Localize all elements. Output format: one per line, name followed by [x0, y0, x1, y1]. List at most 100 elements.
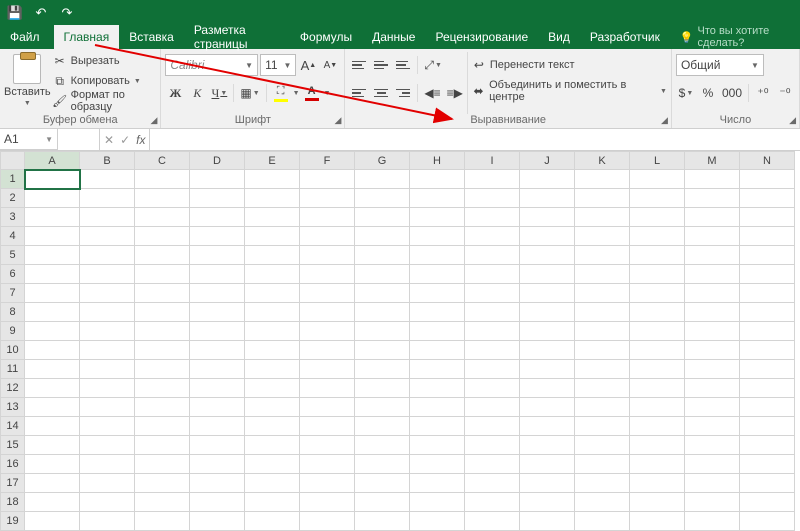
cell[interactable]: [740, 417, 795, 436]
fill-color-button[interactable]: ⛶: [271, 82, 291, 104]
row-header[interactable]: 2: [1, 189, 25, 208]
comma-format-button[interactable]: 000: [720, 82, 744, 104]
cell[interactable]: [245, 170, 300, 189]
cell[interactable]: [465, 227, 520, 246]
cell[interactable]: [575, 474, 630, 493]
cell[interactable]: [685, 360, 740, 379]
column-header[interactable]: L: [630, 152, 685, 170]
cell[interactable]: [190, 455, 245, 474]
font-family-combo[interactable]: Calibri▼: [165, 54, 258, 76]
tab-view[interactable]: Вид: [538, 25, 580, 49]
cell[interactable]: [740, 170, 795, 189]
decrease-indent-button[interactable]: ◀≡: [422, 82, 442, 104]
cell[interactable]: [410, 474, 465, 493]
column-header[interactable]: C: [135, 152, 190, 170]
wrap-text-button[interactable]: ↩ Перенести текст: [472, 52, 667, 78]
cell[interactable]: [630, 303, 685, 322]
merge-center-button[interactable]: ⬌ Объединить и поместить в центре ▼: [472, 78, 667, 104]
cell[interactable]: [245, 436, 300, 455]
cell[interactable]: [355, 398, 410, 417]
row-header[interactable]: 7: [1, 284, 25, 303]
cell[interactable]: [25, 379, 80, 398]
cell[interactable]: [80, 398, 135, 417]
select-all-corner[interactable]: [1, 152, 25, 170]
cell[interactable]: [25, 512, 80, 531]
cell[interactable]: [355, 379, 410, 398]
dialog-launcher-icon[interactable]: ◢: [789, 115, 796, 126]
cell[interactable]: [740, 284, 795, 303]
cut-button[interactable]: ✂ Вырезать: [53, 52, 157, 70]
row-header[interactable]: 6: [1, 265, 25, 284]
cell[interactable]: [685, 493, 740, 512]
cell[interactable]: [190, 398, 245, 417]
cell[interactable]: [630, 455, 685, 474]
cell[interactable]: [25, 322, 80, 341]
cell[interactable]: [410, 265, 465, 284]
cell[interactable]: [465, 189, 520, 208]
cell[interactable]: [300, 493, 355, 512]
cell[interactable]: [410, 189, 465, 208]
cell[interactable]: [190, 227, 245, 246]
cell[interactable]: [410, 360, 465, 379]
column-header[interactable]: B: [80, 152, 135, 170]
cell[interactable]: [410, 455, 465, 474]
cell[interactable]: [80, 322, 135, 341]
cell[interactable]: [410, 170, 465, 189]
cell[interactable]: [300, 265, 355, 284]
cell[interactable]: [630, 284, 685, 303]
cell[interactable]: [355, 227, 410, 246]
column-header[interactable]: E: [245, 152, 300, 170]
cell[interactable]: [575, 208, 630, 227]
cell[interactable]: [245, 341, 300, 360]
cell[interactable]: [630, 227, 685, 246]
row-header[interactable]: 9: [1, 322, 25, 341]
align-top-button[interactable]: [349, 55, 369, 75]
cell[interactable]: [25, 246, 80, 265]
formula-input[interactable]: [150, 129, 800, 150]
cell[interactable]: [685, 284, 740, 303]
cell[interactable]: [685, 303, 740, 322]
cell[interactable]: [410, 379, 465, 398]
name-box[interactable]: A1▼: [0, 129, 58, 150]
cell[interactable]: [520, 493, 575, 512]
cell[interactable]: [190, 474, 245, 493]
cell[interactable]: [465, 455, 520, 474]
cell[interactable]: [520, 474, 575, 493]
cell[interactable]: [80, 303, 135, 322]
cell[interactable]: [685, 265, 740, 284]
tab-insert[interactable]: Вставка: [119, 25, 184, 49]
row-header[interactable]: 5: [1, 246, 25, 265]
cell[interactable]: [300, 303, 355, 322]
redo-icon[interactable]: ↷: [56, 2, 78, 24]
cell[interactable]: [575, 436, 630, 455]
cell[interactable]: [575, 170, 630, 189]
cell[interactable]: [135, 265, 190, 284]
cell[interactable]: [300, 417, 355, 436]
cell[interactable]: [630, 398, 685, 417]
cell[interactable]: [630, 493, 685, 512]
cell[interactable]: [685, 398, 740, 417]
cell[interactable]: [685, 246, 740, 265]
cell[interactable]: [135, 474, 190, 493]
cell[interactable]: [300, 436, 355, 455]
cell[interactable]: [630, 208, 685, 227]
cell[interactable]: [80, 208, 135, 227]
cell[interactable]: [630, 341, 685, 360]
cell[interactable]: [245, 303, 300, 322]
cell[interactable]: [300, 398, 355, 417]
cell[interactable]: [575, 322, 630, 341]
cell[interactable]: [245, 379, 300, 398]
cell[interactable]: [190, 284, 245, 303]
cell[interactable]: [190, 303, 245, 322]
font-size-combo[interactable]: 11▼: [260, 54, 296, 76]
cell[interactable]: [190, 341, 245, 360]
cell[interactable]: [740, 360, 795, 379]
cell[interactable]: [520, 208, 575, 227]
cell[interactable]: [300, 474, 355, 493]
fx-icon[interactable]: fx: [136, 133, 145, 147]
cell[interactable]: [740, 265, 795, 284]
cell[interactable]: [630, 360, 685, 379]
cell[interactable]: [685, 436, 740, 455]
cell[interactable]: [410, 398, 465, 417]
cell[interactable]: [685, 170, 740, 189]
